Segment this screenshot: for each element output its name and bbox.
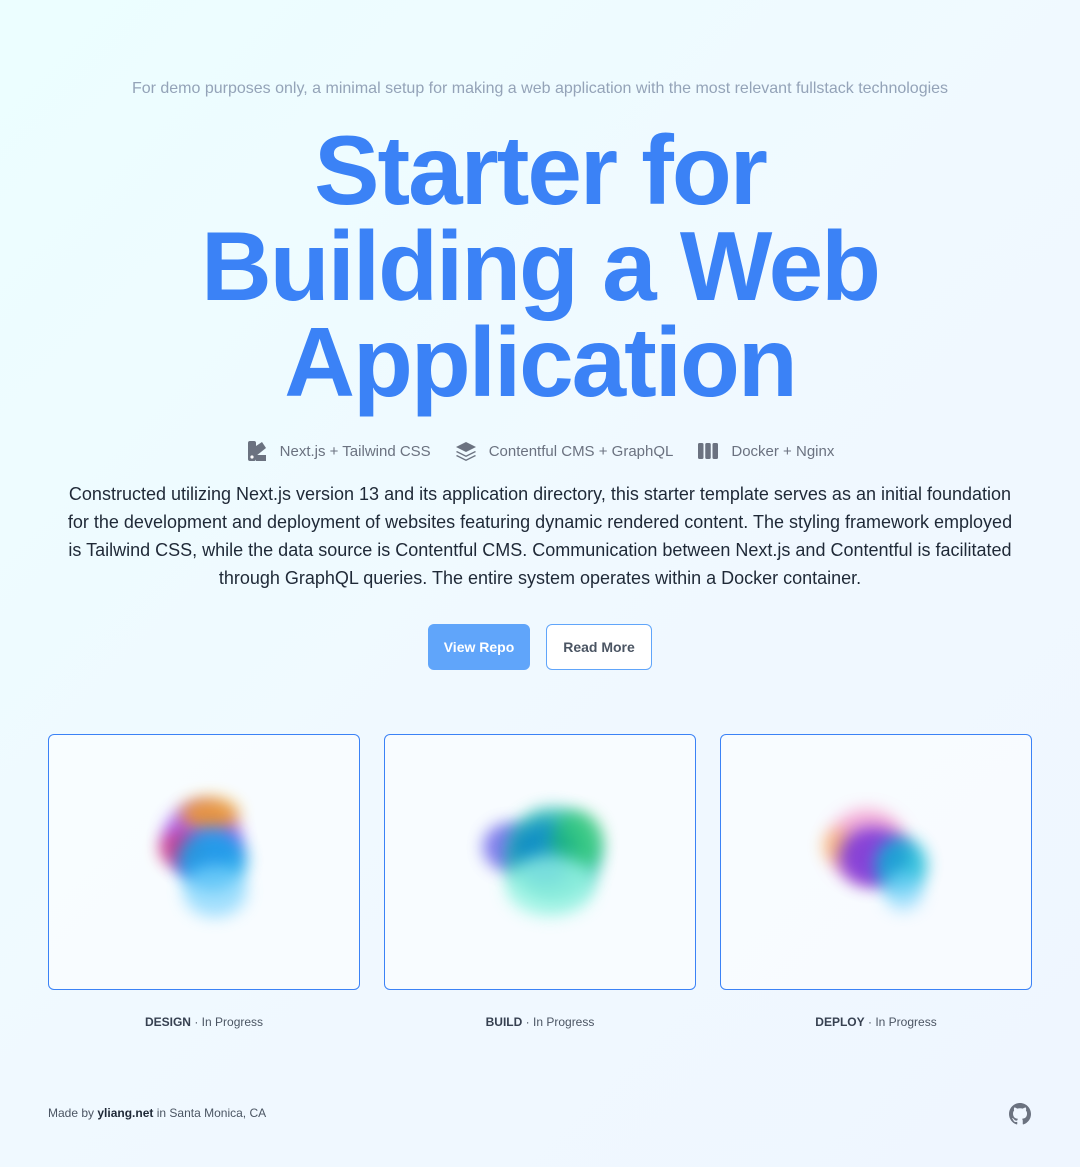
- github-icon[interactable]: [1009, 1103, 1031, 1125]
- footer-suffix: in Santa Monica, CA: [156, 1106, 267, 1120]
- deploy-card: [720, 734, 1032, 990]
- read-more-button[interactable]: Read More: [546, 624, 652, 670]
- separator: ·: [525, 1015, 530, 1029]
- phase-deploy: DEPLOY · In Progress: [720, 734, 1032, 1029]
- phase-label: DESIGN: [144, 1015, 191, 1029]
- deploy-gradient-blob: [821, 801, 931, 921]
- build-card: [384, 734, 696, 990]
- swatch-book-icon: [246, 440, 268, 462]
- phase-status: In Progress: [875, 1015, 937, 1029]
- phase-status: In Progress: [533, 1015, 595, 1029]
- cta-buttons: View Repo Read More: [0, 624, 1080, 670]
- hero-title-line-2: Building a Web: [201, 211, 881, 321]
- hero-title: Starter for Building a Web Application: [90, 121, 990, 411]
- hero-title-line-1: Starter for: [314, 115, 768, 225]
- phase-label: BUILD: [485, 1015, 523, 1029]
- columns-icon: [697, 441, 719, 461]
- tech-label: Docker + Nginx: [731, 442, 835, 460]
- phase-cards: DESIGN · In Progress BUILD · In Progress: [48, 734, 1032, 1029]
- tech-item-docker: Docker + Nginx: [697, 441, 834, 461]
- view-repo-button[interactable]: View Repo: [428, 624, 530, 670]
- footer-credit: Made by yliang.net in Santa Monica, CA: [48, 1106, 266, 1120]
- phase-build: BUILD · In Progress: [384, 734, 696, 1029]
- hero-tagline: For demo purposes only, a minimal setup …: [131, 80, 949, 97]
- deploy-caption: DEPLOY · In Progress: [720, 1015, 1032, 1029]
- hero-title-line-3: Application: [284, 307, 798, 417]
- intro-description: Constructed utilizing Next.js version 13…: [67, 484, 1013, 588]
- author-link[interactable]: yliang.net: [97, 1106, 153, 1120]
- build-caption: BUILD · In Progress: [384, 1015, 696, 1029]
- phase-design: DESIGN · In Progress: [48, 734, 360, 1029]
- design-gradient-blob: [155, 797, 255, 921]
- footer-prefix: Made by: [48, 1106, 95, 1120]
- design-card: [48, 734, 360, 990]
- tech-item-nextjs: Next.js + Tailwind CSS: [246, 440, 431, 462]
- tech-stack-list: Next.js + Tailwind CSS Contentful CMS + …: [0, 440, 1080, 462]
- tech-label: Contentful CMS + GraphQL: [488, 442, 674, 460]
- separator: ·: [194, 1015, 199, 1029]
- separator: ·: [867, 1015, 872, 1029]
- phase-label: DEPLOY: [815, 1015, 865, 1029]
- tech-label: Next.js + Tailwind CSS: [279, 442, 431, 460]
- tech-item-contentful: Contentful CMS + GraphQL: [455, 440, 674, 462]
- stack-layers-icon: [455, 440, 477, 462]
- phase-status: In Progress: [201, 1015, 264, 1029]
- build-gradient-blob: [475, 801, 605, 921]
- design-caption: DESIGN · In Progress: [48, 1015, 360, 1029]
